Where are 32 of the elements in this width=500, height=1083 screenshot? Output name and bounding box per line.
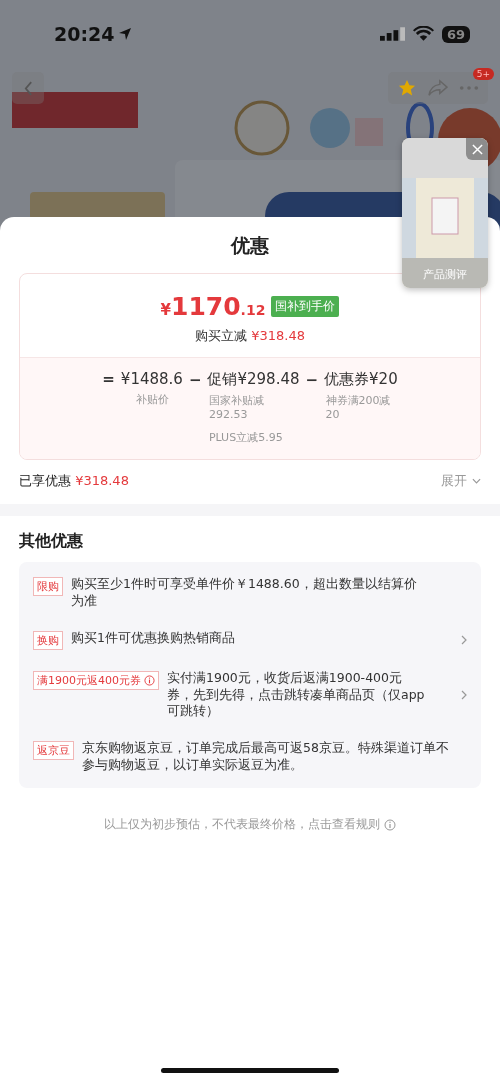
offer-text: 实付满1900元，收货后返满1900-400元券，先到先得，点击跳转凑单商品页（仅app可跳转） (167, 669, 426, 721)
offer-text: 购买至少1件时可享受单件价￥1488.60，超出数量以结算价为准 (71, 575, 418, 610)
breakdown-note: 补贴价 (136, 393, 170, 408)
disclaimer-link[interactable]: 以上仅为初步预估，不代表最终价格，点击查看规则 (104, 816, 380, 833)
offer-text: 购买1件可优惠换购热销商品 (71, 629, 236, 647)
section-title: 其他优惠 (18, 529, 84, 552)
breakdown-note: 神券满200减 20 (325, 394, 392, 423)
chevron-right-icon[interactable] (461, 689, 467, 700)
breakdown-note: PLUS立减5.95 (208, 430, 284, 445)
info-icon (144, 674, 155, 686)
subsidy-tag: 国补到手价 (271, 296, 340, 317)
operator-sign: − (305, 370, 319, 389)
breakdown-amount: ¥1488.6 (120, 370, 183, 388)
enjoyed-discount: 已享优惠 ¥318.48 (19, 471, 129, 490)
operator-sign: − (188, 370, 202, 389)
chevron-right-icon[interactable] (461, 634, 467, 645)
offer-tag: 换购 (33, 630, 63, 650)
video-label: 产品测评 (422, 267, 468, 282)
reduction-line: 购买立减 ¥318.48 (195, 327, 305, 345)
offer-text: 京东购物返京豆，订单完成后最高可返58京豆。特殊渠道订单不参与购物返豆，以订单实际返豆为准。 (82, 740, 450, 774)
offer-tag: 返京豆 (33, 741, 74, 761)
expand-button[interactable]: 展开 (441, 471, 481, 490)
sheet-title: 优惠 (229, 233, 270, 258)
offer-tag: 限购 (33, 576, 63, 596)
breakdown-note: 国家补贴减 292.53 (208, 394, 265, 423)
info-icon (384, 818, 396, 831)
breakdown-amount: 优惠券¥20 (324, 370, 398, 389)
operator-sign: = (102, 370, 115, 388)
chevron-down-icon (472, 477, 481, 484)
breakdown-amount: 促销¥298.48 (207, 370, 300, 389)
offer-tag: 满1900元返400元券 (33, 670, 159, 690)
final-price: ¥1170.12 (160, 292, 266, 321)
